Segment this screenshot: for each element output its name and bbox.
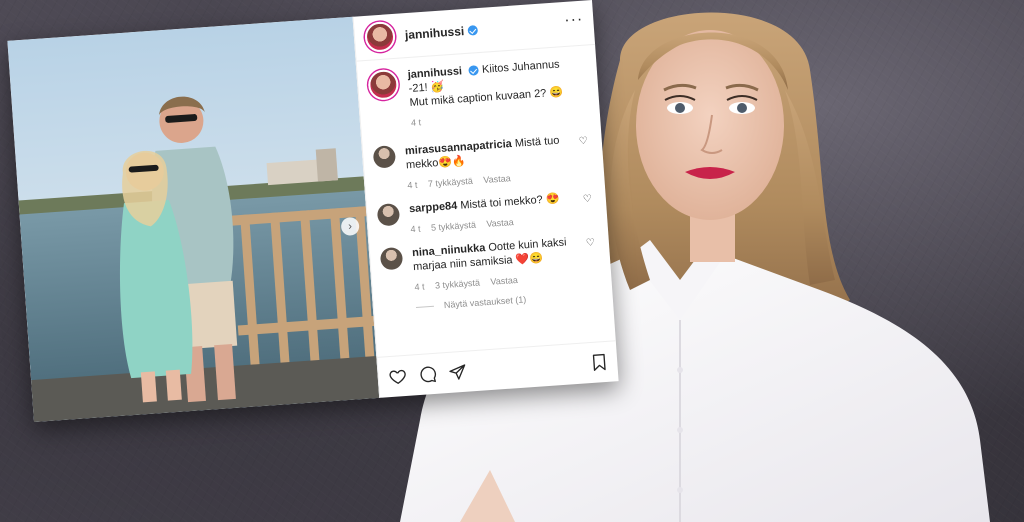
commenter-avatar[interactable]: [376, 203, 401, 227]
comment-reply-button[interactable]: Vastaa: [486, 217, 514, 229]
comment-username[interactable]: mirasusannapatricia: [405, 138, 513, 157]
comment-likes[interactable]: 3 tykkäystä: [435, 278, 481, 291]
verified-badge-icon: [467, 25, 479, 36]
more-options-icon[interactable]: ···: [564, 11, 584, 30]
author-avatar[interactable]: [364, 20, 397, 53]
comment-icon[interactable]: [418, 365, 437, 384]
author-username[interactable]: jannihussi: [404, 24, 464, 42]
comment-like-heart-icon[interactable]: ♡: [586, 237, 596, 249]
commenter-avatar[interactable]: [379, 246, 404, 271]
view-replies-link[interactable]: Näytä vastaukset (1): [416, 289, 603, 312]
comment-likes[interactable]: 7 tykkäystä: [428, 176, 474, 189]
comment-item: nina_niinukka Ootte kuin kaksi marjaa ni…: [379, 233, 602, 296]
comments-list: jannihussi Kiitos Juhannus -21! 🥳 Mut mi…: [357, 45, 613, 315]
instagram-post-card: › jannihussi ··· jannihussi Kiitos Juhan…: [7, 0, 619, 422]
comment-likes[interactable]: 5 tykkäystä: [431, 220, 477, 233]
comment-time: 4 t: [414, 281, 425, 293]
comment-item: mirasusannapatricia Mistä tuo mekko😍🔥 4 …: [372, 131, 595, 194]
heart-icon[interactable]: [388, 367, 407, 386]
commenter-avatar[interactable]: [372, 145, 397, 169]
comment-like-heart-icon[interactable]: ♡: [583, 194, 593, 206]
caption-username[interactable]: jannihussi: [407, 65, 462, 81]
author-avatar[interactable]: [367, 68, 400, 101]
comment-text: Mistä toi mekko? 😍: [459, 192, 560, 212]
comment-like-heart-icon[interactable]: ♡: [578, 136, 588, 148]
post-sidebar: jannihussi ··· jannihussi Kiitos Juhannu…: [352, 0, 619, 398]
bookmark-icon[interactable]: [591, 353, 608, 372]
chevron-right-icon: ›: [347, 219, 353, 233]
caption-time: 4 t: [410, 117, 422, 128]
verified-badge-icon: [468, 65, 480, 76]
couple-photo: [7, 16, 380, 422]
send-icon[interactable]: [448, 363, 467, 382]
comment-time: 4 t: [407, 179, 418, 191]
comment-item: sarppe84 Mistä toi mekko? 😍 4 t 5 tykkäy…: [376, 189, 598, 238]
caption: jannihussi Kiitos Juhannus -21! 🥳 Mut mi…: [367, 56, 590, 133]
comment-username[interactable]: sarppe84: [409, 200, 458, 215]
comment-reply-button[interactable]: Vastaa: [483, 173, 511, 185]
post-photo[interactable]: ›: [7, 16, 380, 422]
comment-reply-button[interactable]: Vastaa: [490, 275, 518, 287]
comment-time: 4 t: [410, 223, 421, 235]
